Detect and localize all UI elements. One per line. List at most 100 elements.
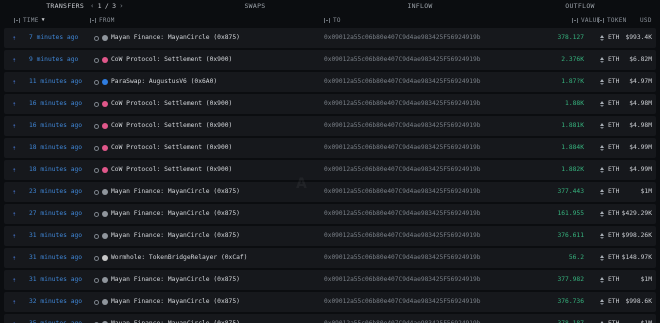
eye-icon[interactable] bbox=[94, 101, 99, 107]
row-token[interactable]: ETH bbox=[600, 204, 619, 224]
tx-link-icon[interactable]: ⇡ bbox=[12, 28, 16, 48]
row-time[interactable]: 16 minutes ago bbox=[29, 116, 82, 136]
eye-icon[interactable] bbox=[94, 255, 99, 261]
tx-link-icon[interactable]: ⇡ bbox=[12, 138, 16, 158]
value-filter-icon[interactable] bbox=[572, 17, 578, 23]
tx-link-icon[interactable]: ⇡ bbox=[12, 292, 16, 312]
tx-link-icon[interactable]: ⇡ bbox=[12, 160, 16, 180]
token-filter-icon[interactable] bbox=[598, 17, 604, 23]
eye-icon[interactable] bbox=[94, 145, 99, 151]
row-token[interactable]: ETH bbox=[600, 28, 619, 48]
tx-link-icon[interactable]: ⇡ bbox=[12, 116, 16, 136]
eye-icon[interactable] bbox=[94, 35, 99, 41]
row-to[interactable]: 0x09012a55c06b80e407C9d4ae983425F5692491… bbox=[324, 160, 480, 180]
row-time[interactable]: 18 minutes ago bbox=[29, 138, 82, 158]
sort-desc-icon[interactable]: ▼ bbox=[42, 17, 45, 23]
pager-next-icon[interactable]: › bbox=[119, 0, 124, 12]
row-token[interactable]: ETH bbox=[600, 72, 619, 92]
row-to[interactable]: 0x09012a55c06b80e407C9d4ae983425F5692491… bbox=[324, 226, 480, 246]
eye-icon[interactable] bbox=[94, 233, 99, 239]
row-from[interactable]: Wormhole: TokenBridgeRelayer (0xCaf) bbox=[94, 248, 247, 268]
table-row[interactable]: ⇡ 16 minutes ago CoW Protocol: Settlemen… bbox=[4, 116, 656, 136]
row-token[interactable]: ETH bbox=[600, 226, 619, 246]
table-row[interactable]: ⇡ 32 minutes ago Mayan Finance: MayanCir… bbox=[4, 292, 656, 312]
row-from[interactable]: CoW Protocol: Settlement (0x900) bbox=[94, 116, 232, 136]
eye-icon[interactable] bbox=[94, 211, 99, 217]
row-from[interactable]: ParaSwap: AugustusV6 (0x6A0) bbox=[94, 72, 217, 92]
row-time[interactable]: 7 minutes ago bbox=[29, 28, 78, 48]
row-time[interactable]: 23 minutes ago bbox=[29, 182, 82, 202]
row-from[interactable]: Mayan Finance: MayanCircle (0x875) bbox=[94, 226, 240, 246]
row-token[interactable]: ETH bbox=[600, 50, 619, 70]
token-column-header[interactable]: TOKEN bbox=[598, 17, 627, 24]
row-time[interactable]: 31 minutes ago bbox=[29, 226, 82, 246]
row-to[interactable]: 0x09012a55c06b80e407C9d4ae983425F5692491… bbox=[324, 50, 480, 70]
row-token[interactable]: ETH bbox=[600, 248, 619, 268]
tx-link-icon[interactable]: ⇡ bbox=[12, 204, 16, 224]
table-row[interactable]: ⇡ 18 minutes ago CoW Protocol: Settlemen… bbox=[4, 160, 656, 180]
row-time[interactable]: 32 minutes ago bbox=[29, 292, 82, 312]
row-token[interactable]: ETH bbox=[600, 116, 619, 136]
eye-icon[interactable] bbox=[94, 277, 99, 283]
table-row[interactable]: ⇡ 9 minutes ago CoW Protocol: Settlement… bbox=[4, 50, 656, 70]
row-to[interactable]: 0x09012a55c06b80e407C9d4ae983425F5692491… bbox=[324, 72, 480, 92]
to-filter-icon[interactable] bbox=[324, 17, 330, 23]
row-to[interactable]: 0x09012a55c06b80e407C9d4ae983425F5692491… bbox=[324, 204, 480, 224]
row-token[interactable]: ETH bbox=[600, 182, 619, 202]
table-row[interactable]: ⇡ 31 minutes ago Mayan Finance: MayanCir… bbox=[4, 226, 656, 246]
pager-prev-icon[interactable]: ‹ bbox=[90, 0, 95, 12]
eye-icon[interactable] bbox=[94, 167, 99, 173]
row-to[interactable]: 0x09012a55c06b80e407C9d4ae983425F5692491… bbox=[324, 94, 480, 114]
from-filter-icon[interactable] bbox=[90, 17, 96, 23]
row-to[interactable]: 0x09012a55c06b80e407C9d4ae983425F5692491… bbox=[324, 182, 480, 202]
table-row[interactable]: ⇡ 35 minutes ago Mayan Finance: MayanCir… bbox=[4, 314, 656, 323]
tab-swaps[interactable]: SWAPS bbox=[170, 0, 340, 12]
row-time[interactable]: 27 minutes ago bbox=[29, 204, 82, 224]
eye-icon[interactable] bbox=[94, 189, 99, 195]
row-from[interactable]: CoW Protocol: Settlement (0x900) bbox=[94, 138, 232, 158]
row-from[interactable]: Mayan Finance: MayanCircle (0x875) bbox=[94, 314, 240, 323]
tx-link-icon[interactable]: ⇡ bbox=[12, 182, 16, 202]
row-from[interactable]: Mayan Finance: MayanCircle (0x875) bbox=[94, 28, 240, 48]
tx-link-icon[interactable]: ⇡ bbox=[12, 248, 16, 268]
row-to[interactable]: 0x09012a55c06b80e407C9d4ae983425F5692491… bbox=[324, 292, 480, 312]
tx-link-icon[interactable]: ⇡ bbox=[12, 314, 16, 323]
row-time[interactable]: 18 minutes ago bbox=[29, 160, 82, 180]
row-from[interactable]: Mayan Finance: MayanCircle (0x875) bbox=[94, 270, 240, 290]
row-token[interactable]: ETH bbox=[600, 138, 619, 158]
value-column-header[interactable]: VALUE bbox=[572, 17, 601, 24]
tab-inflow[interactable]: INFLOW bbox=[340, 0, 500, 12]
row-token[interactable]: ETH bbox=[600, 94, 619, 114]
from-column-header[interactable]: FROM bbox=[90, 17, 115, 24]
usd-column-header[interactable]: USD bbox=[640, 17, 652, 24]
table-row[interactable]: ⇡ 27 minutes ago Mayan Finance: MayanCir… bbox=[4, 204, 656, 224]
eye-icon[interactable] bbox=[94, 79, 99, 85]
table-row[interactable]: ⇡ 16 minutes ago CoW Protocol: Settlemen… bbox=[4, 94, 656, 114]
table-row[interactable]: ⇡ 7 minutes ago Mayan Finance: MayanCirc… bbox=[4, 28, 656, 48]
row-token[interactable]: ETH bbox=[600, 160, 619, 180]
row-from[interactable]: Mayan Finance: MayanCircle (0x875) bbox=[94, 292, 240, 312]
eye-icon[interactable] bbox=[94, 123, 99, 129]
row-from[interactable]: CoW Protocol: Settlement (0x900) bbox=[94, 50, 232, 70]
row-time[interactable]: 31 minutes ago bbox=[29, 270, 82, 290]
tx-link-icon[interactable]: ⇡ bbox=[12, 226, 16, 246]
table-row[interactable]: ⇡ 11 minutes ago ParaSwap: AugustusV6 (0… bbox=[4, 72, 656, 92]
row-from[interactable]: Mayan Finance: MayanCircle (0x875) bbox=[94, 182, 240, 202]
row-token[interactable]: ETH bbox=[600, 292, 619, 312]
tx-link-icon[interactable]: ⇡ bbox=[12, 72, 16, 92]
time-filter-icon[interactable] bbox=[14, 17, 20, 23]
time-column-header[interactable]: TIME ▼ bbox=[14, 17, 45, 24]
row-to[interactable]: 0x09012a55c06b80e407C9d4ae983425F5692491… bbox=[324, 138, 480, 158]
tx-link-icon[interactable]: ⇡ bbox=[12, 50, 16, 70]
tx-link-icon[interactable]: ⇡ bbox=[12, 94, 16, 114]
row-time[interactable]: 35 minutes ago bbox=[29, 314, 82, 323]
row-to[interactable]: 0x09012a55c06b80e407C9d4ae983425F5692491… bbox=[324, 28, 480, 48]
row-to[interactable]: 0x09012a55c06b80e407C9d4ae983425F5692491… bbox=[324, 270, 480, 290]
table-row[interactable]: ⇡ 31 minutes ago Wormhole: TokenBridgeRe… bbox=[4, 248, 656, 268]
to-column-header[interactable]: TO bbox=[324, 17, 341, 24]
row-time[interactable]: 31 minutes ago bbox=[29, 248, 82, 268]
row-token[interactable]: ETH bbox=[600, 314, 619, 323]
row-from[interactable]: CoW Protocol: Settlement (0x900) bbox=[94, 160, 232, 180]
row-to[interactable]: 0x09012a55c06b80e407C9d4ae983425F5692491… bbox=[324, 314, 480, 323]
row-time[interactable]: 16 minutes ago bbox=[29, 94, 82, 114]
